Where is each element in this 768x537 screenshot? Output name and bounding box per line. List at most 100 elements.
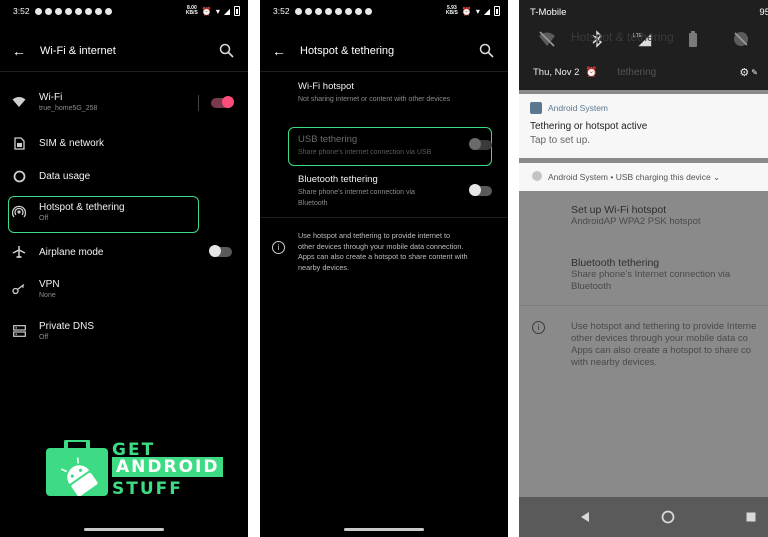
background-tethering-text: tethering (617, 67, 657, 78)
page-title: Hotspot & tethering (300, 45, 395, 57)
background-info-text: Use hotspot and tethering to provide Int… (571, 321, 757, 368)
vpn-status: None (39, 292, 56, 299)
sim-network-row[interactable]: SIM & network (0, 136, 248, 150)
search-icon[interactable] (478, 42, 496, 60)
usb-tethering-summary: Share phone's internet connection via US… (298, 149, 432, 156)
notification-icons (294, 7, 372, 15)
vpn-key-icon (12, 282, 26, 296)
notification-icons (34, 7, 112, 15)
usb-app-icon (530, 102, 542, 114)
date-row: Thu, Nov 2 ⏰ tethering ⚙ ✎ (533, 66, 758, 79)
dns-icon (12, 324, 26, 338)
background-hotspot-title: Set up Wi-Fi hotspot (571, 204, 667, 216)
usb-tethering-title: USB tethering (298, 134, 358, 145)
battery-tile-icon[interactable] (683, 30, 703, 48)
bluetooth-tethering-summary: Share phone's internet connection via Blu… (298, 189, 415, 207)
bluetooth-tethering-title: Bluetooth tethering (298, 174, 378, 185)
carrier-name: T-Mobile (530, 7, 567, 18)
phone-notification-shade-screen: T-Mobile 95 LTE Hotspot & tethering Thu,… (519, 0, 768, 537)
wifi-hotspot-summary: Not sharing internet or content with oth… (298, 96, 451, 103)
background-bluetooth-title: Bluetooth tethering (571, 257, 660, 269)
background-bluetooth-row: Bluetooth tethering Share phone's Intern… (571, 257, 768, 293)
navigation-bar (519, 497, 768, 537)
phone-wifi-internet-screen: 3:52 8.00 KB/S ⏰ ▾ ◢ ← Wi-Fi & internet W… (0, 0, 248, 537)
recents-square-icon[interactable] (746, 512, 756, 522)
home-circle-icon[interactable] (661, 510, 675, 524)
airplane-mode-toggle[interactable] (209, 245, 232, 257)
private-dns-status: Off (39, 334, 49, 341)
notification-app-name: Android System (548, 103, 608, 113)
tethering-notification-card[interactable]: Android System Tethering or hotspot acti… (519, 94, 768, 158)
usb-charging-notification-card[interactable]: Android System • USB charging this devic… (519, 163, 768, 191)
back-arrow-icon[interactable]: ← (272, 43, 294, 59)
status-time: 3:52 (273, 6, 290, 16)
back-triangle-icon[interactable] (579, 511, 591, 523)
wifi-off-tile-icon[interactable] (537, 30, 557, 48)
gesture-nav-bar[interactable] (344, 528, 424, 531)
background-info-icon: i (532, 321, 545, 334)
alarm-icon: ⏰ (585, 67, 598, 78)
hotspot-tethering-row[interactable]: Hotspot & tethering Off (0, 202, 248, 222)
background-bluetooth-summary: Share phone's Internet connection via Blu… (571, 269, 731, 292)
status-time: 3:52 (13, 6, 30, 16)
back-arrow-icon[interactable]: ← (12, 43, 34, 59)
info-icon: i (272, 241, 285, 254)
status-bar: T-Mobile 95 (530, 7, 768, 18)
settings-gear-icon[interactable]: ⚙ (739, 66, 749, 79)
network-speed: 5.93 KB/S (445, 5, 458, 16)
phone-hotspot-tethering-screen: 3:52 5.93 KB/S ⏰ ▾ ◢ ← Hotspot & tetherin… (260, 0, 508, 537)
watermark-android: ANDROID (112, 457, 224, 477)
data-usage-label: Data usage (39, 170, 91, 182)
tethering-info-text: Use hotspot and tethering to provide int… (298, 231, 468, 272)
usb-tethering-toggle[interactable] (469, 138, 492, 150)
page-title: Wi-Fi & internet (40, 45, 116, 57)
watermark-stuff: STUFF (112, 479, 183, 499)
gesture-nav-bar[interactable] (84, 528, 164, 531)
vpn-label: VPN (39, 279, 60, 290)
airplane-mode-label: Airplane mode (39, 246, 104, 258)
private-dns-row[interactable]: Private DNS Off (0, 321, 248, 341)
notification-text: Tap to set up. (530, 135, 591, 146)
hotspot-status: Off (39, 215, 49, 222)
background-wifi-hotspot-row: Set up Wi-Fi hotspot AndroidAP WPA2 PSK … (571, 204, 768, 228)
getandroidstuff-logo-icon (46, 440, 108, 496)
battery-icon (494, 6, 500, 16)
date-text: Thu, Nov 2 (533, 67, 580, 78)
signal-icon: ◢ (483, 6, 490, 16)
usb-tethering-row[interactable]: USB tethering Share phone's internet con… (298, 134, 488, 158)
alarm-icon: ⏰ (201, 6, 212, 16)
private-dns-label: Private DNS (39, 321, 95, 332)
background-title: Hotspot & tethering (571, 30, 674, 44)
battery-icon (234, 6, 240, 16)
sim-network-label: SIM & network (39, 137, 105, 149)
wifi-status-icon: ▾ (215, 6, 220, 16)
vpn-row[interactable]: VPN None (0, 279, 248, 299)
battery-percent: 95 (759, 7, 768, 18)
hotspot-label: Hotspot & tethering (39, 202, 125, 213)
background-hotspot-summary: AndroidAP WPA2 PSK hotspot (571, 216, 701, 227)
search-icon[interactable] (218, 42, 236, 60)
bluetooth-tethering-row[interactable]: Bluetooth tethering Share phone's intern… (298, 174, 488, 209)
data-usage-icon (12, 169, 26, 183)
status-bar: 3:52 5.93 KB/S ⏰ ▾ ◢ (260, 0, 508, 22)
airplane-icon (12, 245, 26, 259)
wifi-label: Wi-Fi (39, 92, 63, 103)
wifi-toggle[interactable] (211, 96, 234, 108)
network-speed: 8.00 KB/S (185, 5, 198, 16)
top-app-bar: ← Hotspot & tethering (260, 36, 508, 66)
hotspot-icon (12, 205, 26, 219)
wifi-network-name: true_home5G_258 (39, 105, 98, 112)
bluetooth-tethering-toggle[interactable] (469, 184, 492, 196)
top-app-bar: ← Wi-Fi & internet (0, 36, 248, 66)
wifi-icon (12, 95, 26, 109)
data-usage-row[interactable]: Data usage (0, 169, 248, 183)
sim-card-icon (12, 136, 26, 150)
edit-icon[interactable]: ✎ (751, 68, 758, 77)
usb-charging-icon (532, 171, 542, 181)
status-bar: 3:52 8.00 KB/S ⏰ ▾ ◢ (0, 0, 248, 22)
signal-icon: ◢ (223, 6, 230, 16)
do-not-disturb-tile-icon[interactable] (731, 30, 751, 48)
notification-title: Tethering or hotspot active (530, 121, 648, 132)
wifi-hotspot-row[interactable]: Wi-Fi hotspot Not sharing internet or co… (298, 81, 488, 105)
usb-charging-notification-text: Android System • USB charging this devic… (548, 172, 721, 182)
